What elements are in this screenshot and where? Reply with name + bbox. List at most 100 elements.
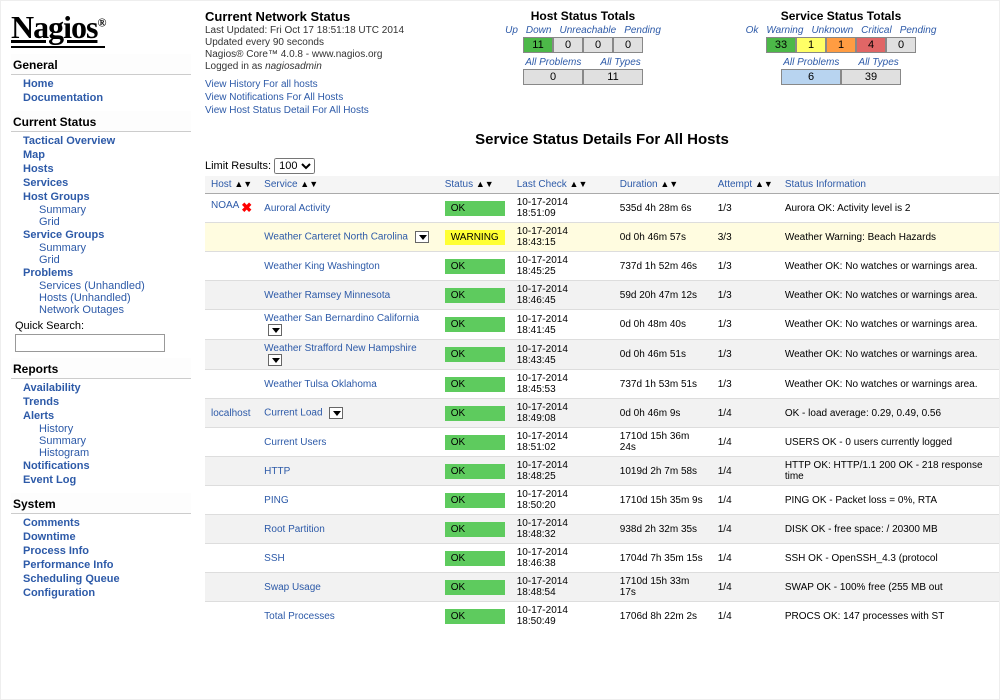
svc-pending-count[interactable]: 0 xyxy=(886,37,916,53)
host-cell[interactable]: NOAA✖ xyxy=(205,194,258,223)
nav-tactical[interactable]: Tactical Overview xyxy=(11,134,191,148)
host-all-problems[interactable]: All Problems xyxy=(517,57,589,68)
nav-alerts-summary[interactable]: Summary xyxy=(11,435,191,447)
col-status-information[interactable]: Status Information xyxy=(779,176,999,194)
service-cell[interactable]: Weather San Bernardino California xyxy=(258,310,439,340)
nav-documentation[interactable]: Documentation xyxy=(11,91,191,105)
col-last-check[interactable]: Last Check ▲▼ xyxy=(511,176,614,194)
svc-types-count[interactable]: 39 xyxy=(841,69,901,85)
close-icon[interactable]: ✖ xyxy=(241,200,252,216)
service-cell[interactable]: Current Users xyxy=(258,428,439,457)
col-host[interactable]: Host ▲▼ xyxy=(205,176,258,194)
nav-alerts[interactable]: Alerts xyxy=(11,409,191,423)
link-view-history[interactable]: View History For all hosts xyxy=(205,78,455,91)
nav-services-unhandled[interactable]: Services (Unhandled) xyxy=(11,280,191,292)
dropdown-icon[interactable] xyxy=(329,407,343,419)
quick-search-input[interactable] xyxy=(15,334,165,352)
svc-problems-count[interactable]: 6 xyxy=(781,69,841,85)
host-problems-count[interactable]: 0 xyxy=(523,69,583,85)
table-row: HTTPOK10-17-2014 18:48:251019d 2h 7m 58s… xyxy=(205,457,999,486)
limit-select[interactable]: 100 xyxy=(274,158,315,174)
service-cell[interactable]: Swap Usage xyxy=(258,573,439,602)
hdr-critical[interactable]: Critical xyxy=(857,25,896,36)
svc-ok-count[interactable]: 33 xyxy=(766,37,796,53)
hdr-unknown[interactable]: Unknown xyxy=(807,25,857,36)
host-unreachable-count[interactable]: 0 xyxy=(583,37,613,53)
nav-scheduling-queue[interactable]: Scheduling Queue xyxy=(11,572,191,586)
service-cell[interactable]: Weather Ramsey Minnesota xyxy=(258,281,439,310)
col-service[interactable]: Service ▲▼ xyxy=(258,176,439,194)
status-cell: OK xyxy=(439,310,511,340)
service-cell[interactable]: PING xyxy=(258,486,439,515)
nav-trends[interactable]: Trends xyxy=(11,395,191,409)
service-cell[interactable]: Root Partition xyxy=(258,515,439,544)
last-cell: 10-17-2014 18:41:45 xyxy=(511,310,614,340)
nav-hg-summary[interactable]: Summary xyxy=(11,204,191,216)
link-view-notifications[interactable]: View Notifications For All Hosts xyxy=(205,91,455,104)
dropdown-icon[interactable] xyxy=(268,354,282,366)
nav-host-groups[interactable]: Host Groups xyxy=(11,190,191,204)
limit-results-row: Limit Results: 100 xyxy=(205,158,999,174)
service-cell[interactable]: Current Load xyxy=(258,399,439,428)
host-up-count[interactable]: 11 xyxy=(523,37,553,53)
nav-hg-grid[interactable]: Grid xyxy=(11,216,191,228)
dropdown-icon[interactable] xyxy=(268,324,282,336)
last-cell: 10-17-2014 18:43:45 xyxy=(511,340,614,370)
svc-all-types[interactable]: All Types xyxy=(850,57,906,68)
col-duration[interactable]: Duration ▲▼ xyxy=(614,176,712,194)
service-cell[interactable]: Weather Tulsa Oklahoma xyxy=(258,370,439,399)
att-cell: 1/3 xyxy=(712,370,779,399)
service-cell[interactable]: Total Processes xyxy=(258,602,439,631)
nav-sg-grid[interactable]: Grid xyxy=(11,254,191,266)
hdr-warning[interactable]: Warning xyxy=(762,25,807,36)
host-cell[interactable]: localhost xyxy=(205,399,258,428)
host-all-types[interactable]: All Types xyxy=(592,57,648,68)
host-cell xyxy=(205,544,258,573)
hdr-up[interactable]: Up xyxy=(501,25,522,36)
nav-problems[interactable]: Problems xyxy=(11,266,191,280)
nav-configuration[interactable]: Configuration xyxy=(11,586,191,600)
col-status[interactable]: Status ▲▼ xyxy=(439,176,511,194)
table-row: Swap UsageOK10-17-2014 18:48:541710d 15h… xyxy=(205,573,999,602)
nav-hosts-unhandled[interactable]: Hosts (Unhandled) xyxy=(11,292,191,304)
hdr-pending[interactable]: Pending xyxy=(620,25,665,36)
host-cell xyxy=(205,457,258,486)
hdr-down[interactable]: Down xyxy=(522,25,556,36)
nav-downtime[interactable]: Downtime xyxy=(11,530,191,544)
nav-network-outages[interactable]: Network Outages xyxy=(11,304,191,316)
service-cell[interactable]: SSH xyxy=(258,544,439,573)
svc-all-problems[interactable]: All Problems xyxy=(775,57,847,68)
nav-sg-summary[interactable]: Summary xyxy=(11,242,191,254)
hdr-ok[interactable]: Ok xyxy=(742,25,763,36)
host-down-count[interactable]: 0 xyxy=(553,37,583,53)
hdr-unreachable[interactable]: Unreachable xyxy=(555,25,620,36)
svc-critical-count[interactable]: 4 xyxy=(856,37,886,53)
host-pending-count[interactable]: 0 xyxy=(613,37,643,53)
service-cell[interactable]: HTTP xyxy=(258,457,439,486)
nav-map[interactable]: Map xyxy=(11,148,191,162)
hdr-svc-pending[interactable]: Pending xyxy=(896,25,941,36)
nav-availability[interactable]: Availability xyxy=(11,381,191,395)
service-cell[interactable]: Weather King Washington xyxy=(258,252,439,281)
svc-unknown-count[interactable]: 1 xyxy=(826,37,856,53)
nav-hosts[interactable]: Hosts xyxy=(11,162,191,176)
host-types-count[interactable]: 11 xyxy=(583,69,643,85)
service-cell[interactable]: Weather Strafford New Hampshire xyxy=(258,340,439,370)
nav-service-groups[interactable]: Service Groups xyxy=(11,228,191,242)
nav-alerts-history[interactable]: History xyxy=(11,423,191,435)
nav-comments[interactable]: Comments xyxy=(11,516,191,530)
link-view-host-detail[interactable]: View Host Status Detail For All Hosts xyxy=(205,104,455,117)
service-cell[interactable]: Auroral Activity xyxy=(258,194,439,223)
nav-services[interactable]: Services xyxy=(11,176,191,190)
nav-notifications[interactable]: Notifications xyxy=(11,459,191,473)
nav-home[interactable]: Home xyxy=(11,77,191,91)
nav-event-log[interactable]: Event Log xyxy=(11,473,191,487)
info-cell: Weather OK: No watches or warnings area. xyxy=(779,370,999,399)
nav-alerts-histogram[interactable]: Histogram xyxy=(11,447,191,459)
service-cell[interactable]: Weather Carteret North Carolina xyxy=(258,223,439,252)
nav-performance-info[interactable]: Performance Info xyxy=(11,558,191,572)
col-attempt[interactable]: Attempt ▲▼ xyxy=(712,176,779,194)
nav-process-info[interactable]: Process Info xyxy=(11,544,191,558)
svc-warning-count[interactable]: 1 xyxy=(796,37,826,53)
dropdown-icon[interactable] xyxy=(415,231,429,243)
